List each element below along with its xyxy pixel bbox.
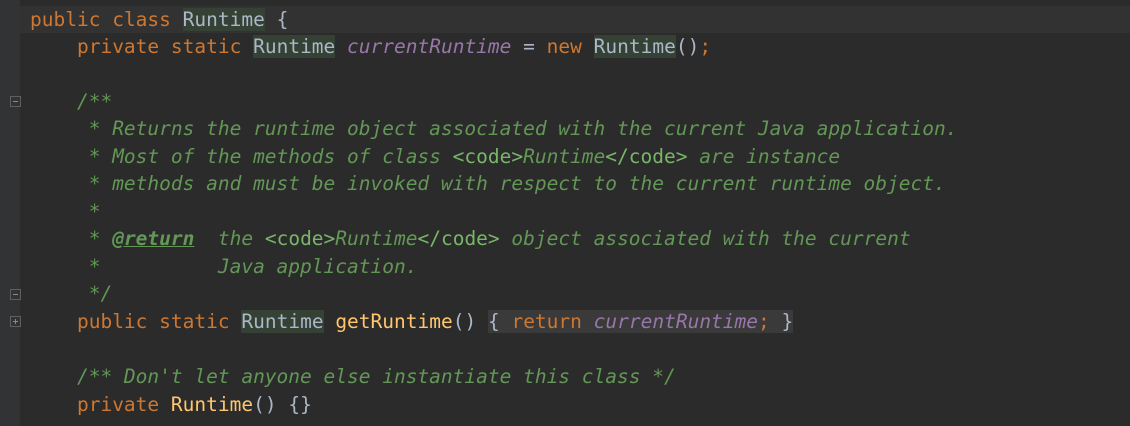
doc-text: * bbox=[76, 200, 101, 223]
javadoc-line[interactable]: * bbox=[30, 198, 101, 225]
javadoc-line[interactable]: * Returns the runtime object associated … bbox=[30, 115, 958, 142]
doc-html-tag: </code> bbox=[605, 145, 688, 168]
doc-html-tag: </code> bbox=[417, 227, 500, 250]
field-name: currentRuntime bbox=[347, 35, 512, 58]
code-line-constructor[interactable]: private Runtime() {} bbox=[30, 391, 312, 418]
doc-text: /** bbox=[76, 90, 113, 113]
javadoc-single-line[interactable]: /** Don't let anyone else instantiate th… bbox=[30, 363, 676, 390]
doc-text: the bbox=[194, 227, 265, 250]
keyword: private bbox=[76, 393, 160, 416]
javadoc-line[interactable]: * Java application. bbox=[30, 253, 418, 280]
javadoc-line[interactable]: * @return the <code>Runtime</code> objec… bbox=[30, 225, 911, 252]
method-name: getRuntime bbox=[335, 310, 453, 333]
keyword: private bbox=[76, 35, 160, 58]
editor-gutter bbox=[0, 0, 20, 426]
body-braces: {} bbox=[288, 393, 312, 416]
fold-expand-icon[interactable] bbox=[10, 316, 21, 327]
semicolon: ; bbox=[699, 35, 712, 58]
field-name: currentRuntime bbox=[593, 310, 759, 333]
type-name: Runtime bbox=[241, 310, 324, 333]
doc-text: Runtime bbox=[523, 145, 606, 168]
keyword: static bbox=[170, 35, 242, 58]
parens: () bbox=[452, 310, 477, 333]
doc-text: * bbox=[76, 227, 113, 250]
brace: { bbox=[276, 8, 289, 31]
javadoc-close[interactable]: */ bbox=[30, 280, 113, 307]
doc-html-tag: <code> bbox=[264, 227, 336, 250]
semicolon: ; bbox=[758, 310, 770, 333]
doc-text: * methods and must be invoked with respe… bbox=[76, 172, 946, 195]
doc-text: /** Don't let anyone else instantiate th… bbox=[76, 365, 676, 388]
javadoc-line[interactable]: * Most of the methods of class <code>Run… bbox=[30, 143, 840, 170]
doc-text: * Most of the methods of class bbox=[76, 145, 453, 168]
class-name: Runtime bbox=[182, 8, 265, 31]
keyword: new bbox=[546, 35, 582, 58]
doc-text: are instance bbox=[687, 145, 841, 168]
keyword: static bbox=[159, 310, 230, 333]
doc-text: Runtime bbox=[335, 227, 418, 250]
type-name: Runtime bbox=[253, 35, 336, 58]
code-line-field-declaration[interactable]: private static Runtime currentRuntime = … bbox=[30, 33, 711, 60]
keyword: class bbox=[112, 8, 171, 31]
constructor-name: Runtime bbox=[170, 393, 254, 416]
fold-collapse-end-icon[interactable] bbox=[10, 289, 21, 300]
javadoc-line[interactable]: * methods and must be invoked with respe… bbox=[30, 170, 946, 197]
keyword: return bbox=[511, 310, 582, 333]
parens: () bbox=[675, 35, 700, 58]
doc-text: * Java application. bbox=[76, 255, 418, 278]
parens: () bbox=[253, 393, 277, 416]
doc-text: * Returns the runtime object associated … bbox=[76, 117, 958, 140]
folded-close-brace: } bbox=[781, 310, 794, 333]
operator: = bbox=[511, 35, 547, 58]
folded-open-brace: { bbox=[487, 310, 500, 333]
doc-text: object associated with the current bbox=[499, 227, 911, 250]
constructor-call: Runtime bbox=[593, 35, 676, 58]
javadoc-open[interactable]: /** bbox=[30, 88, 112, 115]
doc-html-tag: <code> bbox=[452, 145, 524, 168]
keyword: public bbox=[30, 8, 101, 31]
fold-collapse-icon[interactable] bbox=[10, 96, 21, 107]
code-line-class-declaration[interactable]: public class Runtime { bbox=[20, 6, 1130, 33]
code-editor[interactable]: public class Runtime { private static Ru… bbox=[0, 0, 1130, 426]
code-line-method-declaration[interactable]: public static Runtime getRuntime() { ret… bbox=[30, 308, 794, 335]
doc-return-tag[interactable]: @return bbox=[112, 227, 194, 250]
doc-text: */ bbox=[76, 282, 113, 305]
keyword: public bbox=[76, 310, 148, 333]
